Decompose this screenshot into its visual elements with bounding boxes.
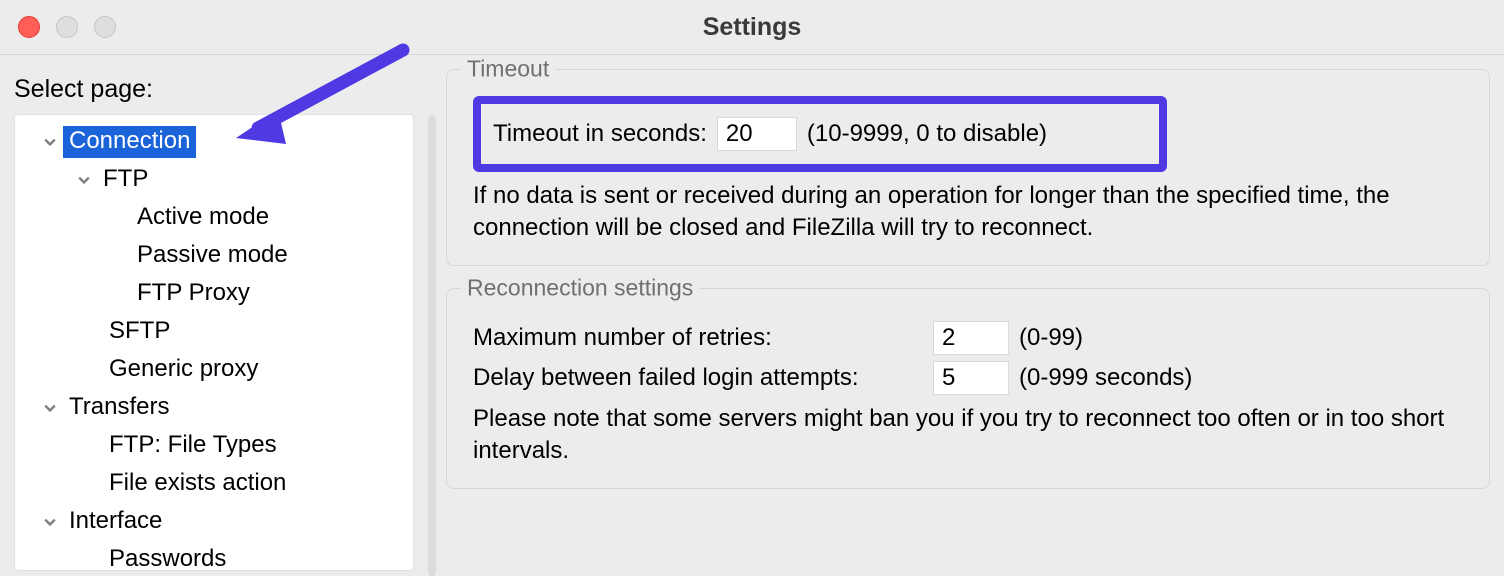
- tree-item-label: Interface: [63, 506, 168, 538]
- tree-item-label: Passwords: [103, 544, 232, 571]
- tree-item-ftp[interactable]: FTP: [15, 161, 413, 199]
- settings-tree[interactable]: Connection FTP Active mode Passive mode …: [14, 114, 414, 571]
- chevron-down-icon[interactable]: [37, 129, 63, 155]
- group-legend: Reconnection settings: [461, 274, 699, 301]
- timeout-range: (10-9999, 0 to disable): [807, 120, 1047, 148]
- timeout-description: If no data is sent or received during an…: [473, 180, 1463, 245]
- timeout-label: Timeout in seconds:: [493, 120, 707, 148]
- close-window-button[interactable]: [18, 16, 40, 38]
- group-timeout: Timeout Timeout in seconds: (10-9999, 0 …: [446, 69, 1490, 266]
- settings-content: Timeout Timeout in seconds: (10-9999, 0 …: [438, 55, 1504, 576]
- titlebar: Settings: [0, 0, 1504, 54]
- group-reconnection: Reconnection settings Maximum number of …: [446, 288, 1490, 489]
- retries-range: (0-99): [1019, 324, 1083, 352]
- tree-item-connection[interactable]: Connection: [15, 123, 413, 161]
- tree-item-label: Passive mode: [131, 240, 294, 272]
- tree-item-ftp-file-types[interactable]: FTP: File Types: [15, 427, 413, 465]
- tree-item-label: Transfers: [63, 392, 175, 424]
- delay-input[interactable]: [933, 361, 1009, 395]
- tree-item-interface[interactable]: Interface: [15, 503, 413, 541]
- tree-item-file-exists-action[interactable]: File exists action: [15, 465, 413, 503]
- zoom-window-button[interactable]: [94, 16, 116, 38]
- chevron-down-icon[interactable]: [71, 167, 97, 193]
- sidebar-heading: Select page:: [14, 75, 414, 104]
- group-legend: Timeout: [461, 56, 555, 83]
- tree-item-label: SFTP: [103, 316, 176, 348]
- sidebar: Select page: Connection FTP Active mode …: [0, 55, 426, 576]
- tree-item-label: File exists action: [103, 468, 292, 500]
- retries-label: Maximum number of retries:: [473, 324, 923, 352]
- chevron-down-icon[interactable]: [37, 395, 63, 421]
- splitter[interactable]: [426, 55, 438, 576]
- tree-item-label: Generic proxy: [103, 354, 264, 386]
- tree-item-transfers[interactable]: Transfers: [15, 389, 413, 427]
- window-controls: [18, 16, 116, 38]
- tree-item-sftp[interactable]: SFTP: [15, 313, 413, 351]
- delay-label: Delay between failed login attempts:: [473, 364, 923, 392]
- tree-item-label: FTP: [97, 164, 154, 196]
- tree-item-label: FTP Proxy: [131, 278, 256, 310]
- window-title: Settings: [0, 13, 1504, 42]
- tree-item-ftp-proxy[interactable]: FTP Proxy: [15, 275, 413, 313]
- minimize-window-button[interactable]: [56, 16, 78, 38]
- tree-item-label: Connection: [63, 126, 196, 158]
- timeout-input[interactable]: [717, 117, 797, 151]
- chevron-down-icon[interactable]: [37, 509, 63, 535]
- tree-item-label: FTP: File Types: [103, 430, 283, 462]
- tree-item-active-mode[interactable]: Active mode: [15, 199, 413, 237]
- tree-item-generic-proxy[interactable]: Generic proxy: [15, 351, 413, 389]
- annotation-highlight: Timeout in seconds: (10-9999, 0 to disab…: [473, 96, 1167, 172]
- retries-input[interactable]: [933, 321, 1009, 355]
- tree-item-label: Active mode: [131, 202, 275, 234]
- delay-range: (0-999 seconds): [1019, 364, 1192, 392]
- tree-item-passive-mode[interactable]: Passive mode: [15, 237, 413, 275]
- tree-item-passwords[interactable]: Passwords: [15, 541, 413, 571]
- reconnection-description: Please note that some servers might ban …: [473, 403, 1463, 468]
